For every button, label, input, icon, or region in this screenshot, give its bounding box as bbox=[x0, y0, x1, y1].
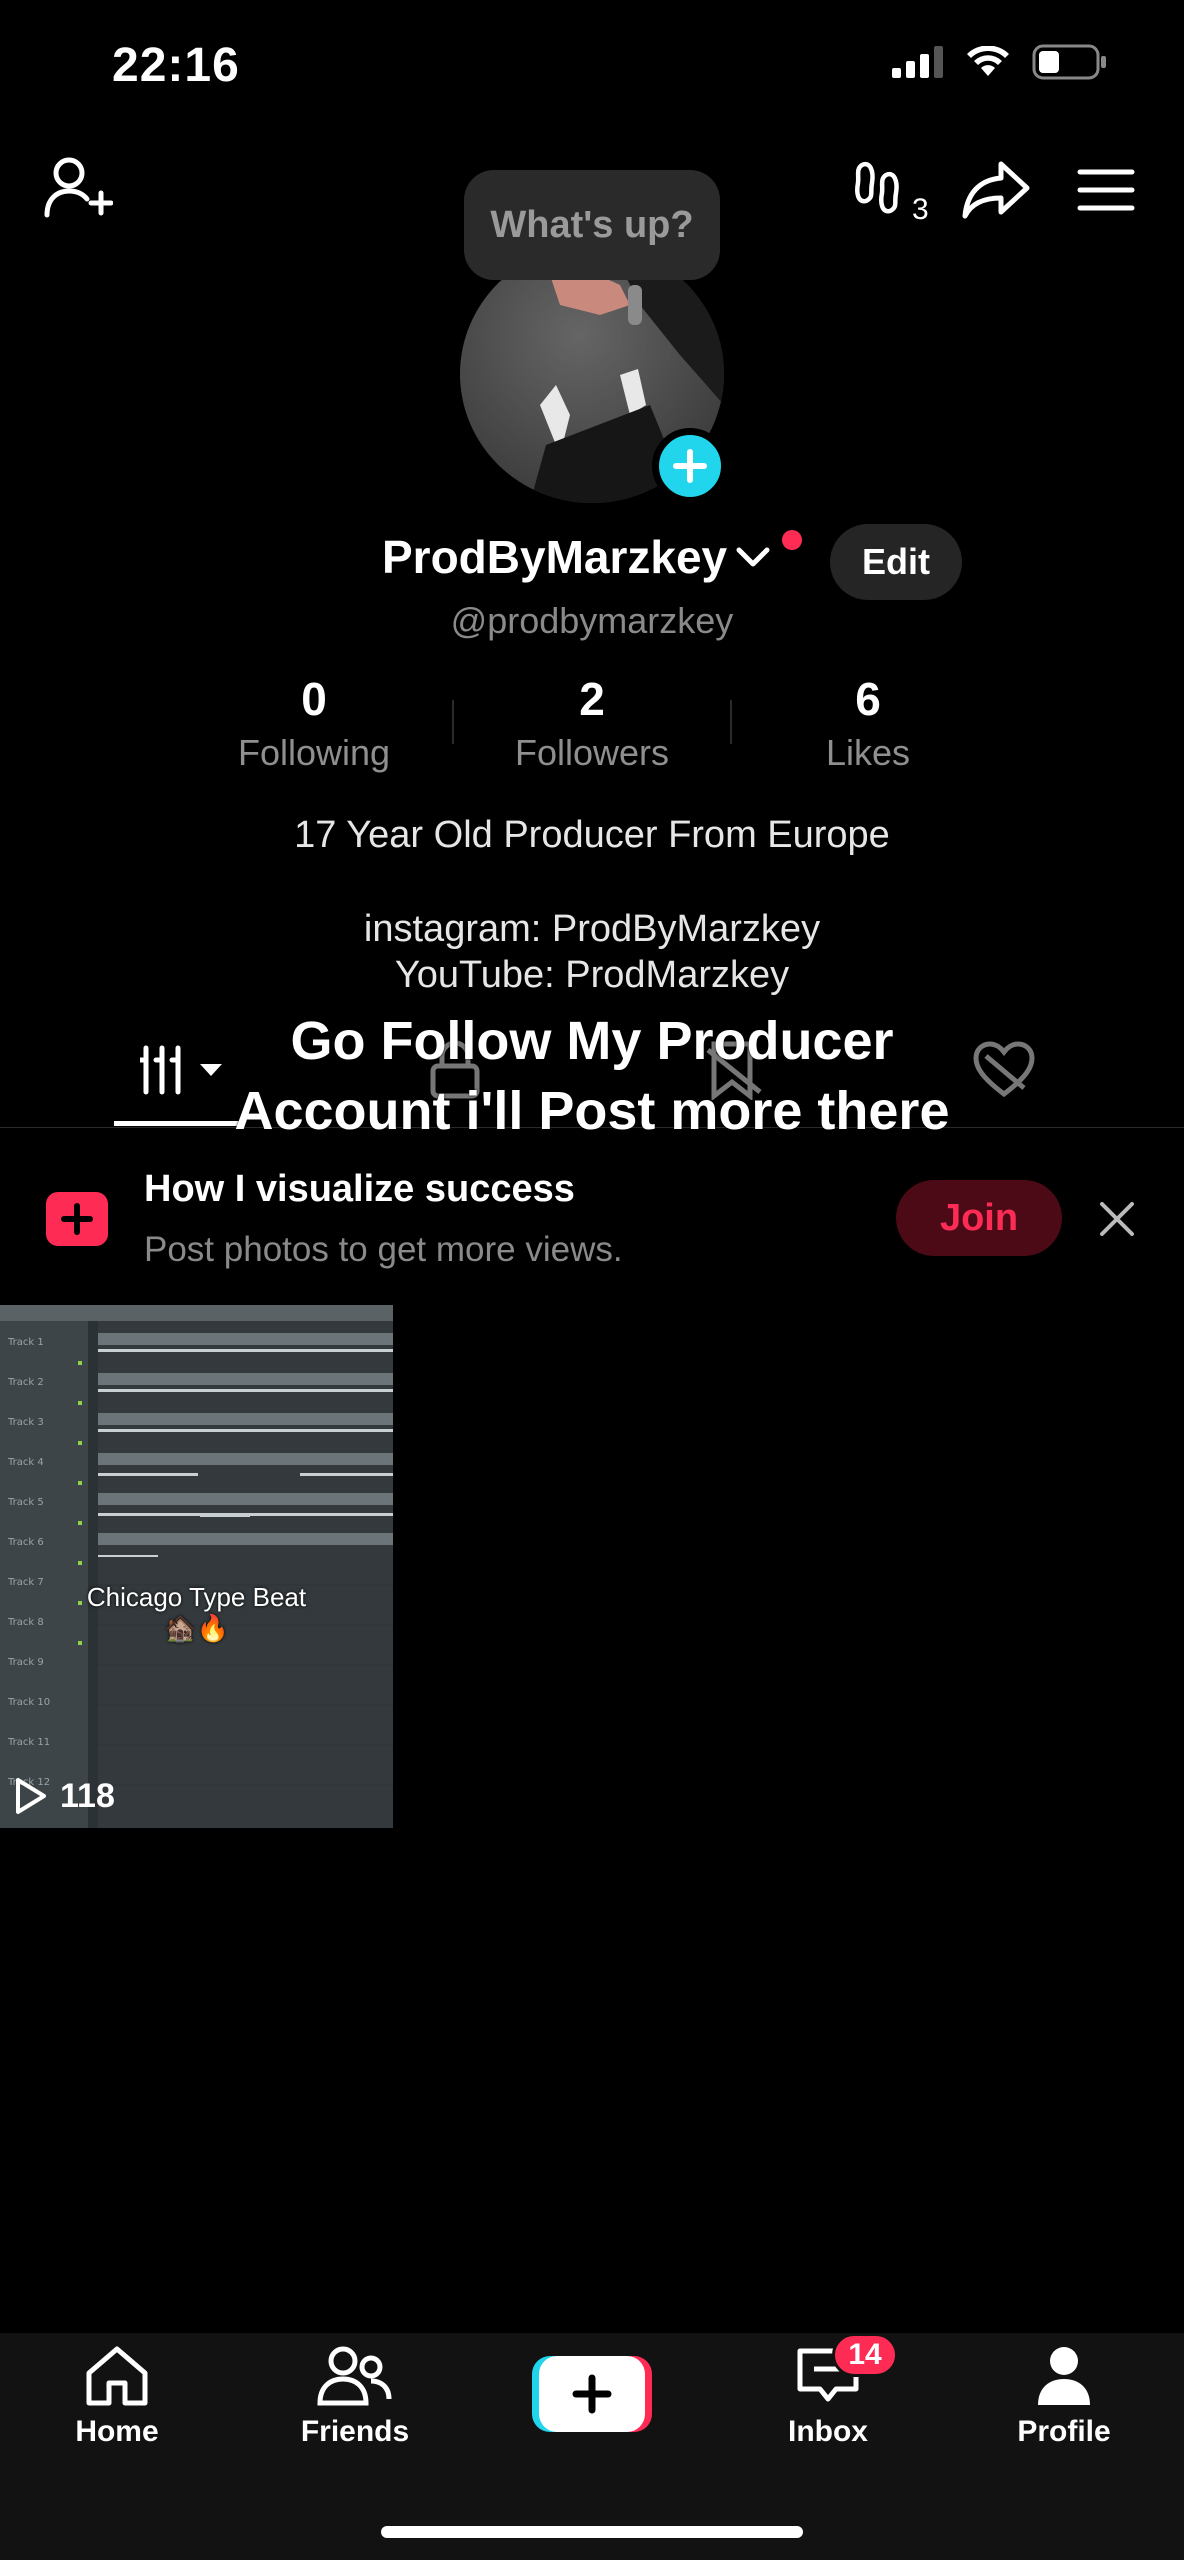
nav-label: Inbox bbox=[788, 2415, 868, 2448]
video-views: 118 bbox=[14, 1776, 115, 1816]
stat-divider bbox=[452, 700, 454, 744]
plus-icon bbox=[532, 2356, 652, 2432]
svg-text:Track 3: Track 3 bbox=[7, 1417, 44, 1428]
menu-icon[interactable] bbox=[1066, 150, 1146, 230]
close-icon[interactable] bbox=[1096, 1198, 1138, 1245]
wifi-icon bbox=[967, 46, 1009, 76]
svg-text:Track 9: Track 9 bbox=[7, 1657, 44, 1668]
join-button[interactable]: Join bbox=[896, 1180, 1062, 1256]
notification-dot bbox=[782, 530, 802, 550]
stat-likes[interactable]: 6 Likes bbox=[758, 672, 978, 774]
overlay-caption-line: Account i'll Post more there bbox=[234, 1081, 950, 1141]
create-button[interactable] bbox=[532, 2356, 652, 2432]
user-handle: @prodbymarzkey bbox=[450, 600, 734, 641]
video-caption-emoji: 🏚️🔥 bbox=[164, 1613, 229, 1643]
stat-divider bbox=[730, 700, 732, 744]
add-avatar-button[interactable] bbox=[652, 428, 728, 504]
edit-profile-button[interactable]: Edit bbox=[830, 524, 962, 600]
promo-title: How I visualize success bbox=[144, 1168, 575, 1210]
profile-icon bbox=[1038, 2347, 1090, 2405]
bio-line: instagram: ProdByMarzkey bbox=[363, 908, 821, 950]
status-time: 22:16 bbox=[112, 39, 240, 92]
overlay-caption-line: Go Follow My Producer bbox=[290, 1011, 894, 1071]
footprint-icon[interactable]: 3 bbox=[852, 152, 952, 232]
signal-icon bbox=[892, 46, 943, 78]
status-bubble[interactable]: What's up? bbox=[464, 170, 720, 280]
svg-text:3: 3 bbox=[912, 193, 929, 226]
nav-label: Home bbox=[75, 2415, 159, 2448]
promo-subtitle: Post photos to get more views. bbox=[144, 1230, 623, 1269]
stat-followers[interactable]: 2 Followers bbox=[482, 672, 702, 774]
view-count: 118 bbox=[60, 1776, 115, 1815]
video-thumbnail[interactable]: Track 1 Track 2 Track 3 Track 4 Track 5 Trac… bbox=[0, 1305, 393, 1828]
battery-icon bbox=[1032, 44, 1106, 80]
video-caption: Chicago Type Beat 🏚️🔥 bbox=[0, 1582, 393, 1644]
friends-icon bbox=[317, 2346, 392, 2406]
home-icon bbox=[86, 2346, 148, 2406]
stat-value: 0 bbox=[301, 673, 327, 725]
stat-following[interactable]: 0 Following bbox=[204, 672, 424, 774]
chevron-down-icon bbox=[736, 547, 770, 567]
stat-label: Following bbox=[237, 732, 391, 773]
svg-text:Track 10: Track 10 bbox=[7, 1697, 50, 1708]
username-switcher[interactable]: ProdByMarzkey bbox=[382, 530, 771, 584]
svg-text:Track 1: Track 1 bbox=[7, 1337, 44, 1348]
status-icons bbox=[892, 44, 1108, 80]
username: ProdByMarzkey bbox=[382, 531, 728, 583]
svg-text:Track 6: Track 6 bbox=[7, 1537, 44, 1548]
stat-label: Likes bbox=[825, 732, 911, 773]
stat-value: 6 bbox=[855, 673, 881, 725]
svg-text:Track 5: Track 5 bbox=[7, 1497, 44, 1508]
svg-text:Track 11: Track 11 bbox=[7, 1737, 50, 1748]
svg-text:Track 2: Track 2 bbox=[7, 1377, 44, 1388]
promo-add-icon bbox=[44, 1186, 110, 1257]
svg-text:Track 4: Track 4 bbox=[7, 1457, 44, 1468]
nav-label: Friends bbox=[300, 2415, 410, 2448]
nav-friends[interactable]: Friends bbox=[265, 2345, 445, 2449]
stat-label: Followers bbox=[514, 732, 670, 773]
inbox-badge: 14 bbox=[832, 2333, 898, 2377]
nav-label: Profile bbox=[1017, 2415, 1111, 2448]
home-indicator bbox=[381, 2526, 803, 2538]
video-caption-text: Chicago Type Beat bbox=[86, 1582, 307, 1612]
play-icon bbox=[16, 1778, 46, 1814]
share-icon[interactable] bbox=[956, 150, 1036, 230]
bio-line: 17 Year Old Producer From Europe bbox=[294, 814, 890, 856]
stat-value: 2 bbox=[579, 673, 605, 725]
nav-home[interactable]: Home bbox=[27, 2345, 207, 2449]
add-friend-icon[interactable] bbox=[38, 148, 118, 228]
bio-line: YouTube: ProdMarzkey bbox=[394, 954, 790, 996]
nav-profile[interactable]: Profile bbox=[974, 2345, 1154, 2449]
